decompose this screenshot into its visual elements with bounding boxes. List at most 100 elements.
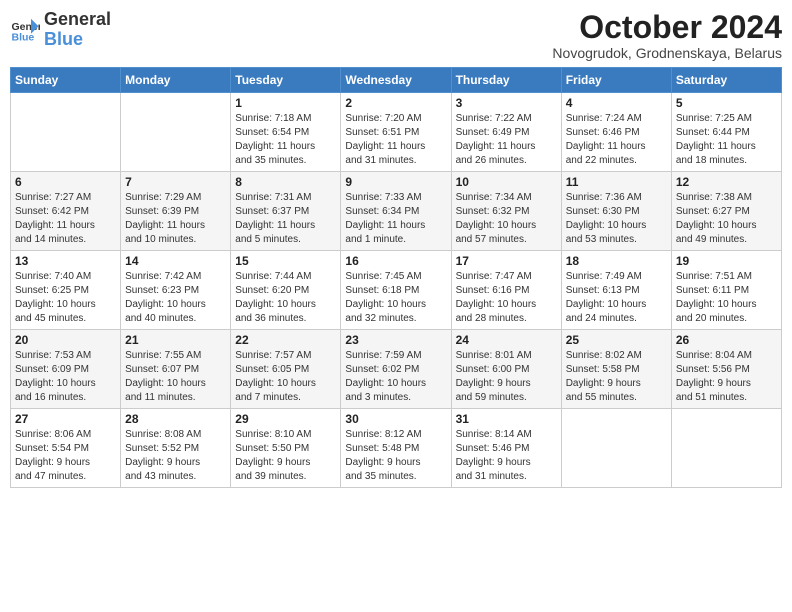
day-number: 11	[566, 175, 667, 189]
calendar-cell	[121, 93, 231, 172]
calendar-cell: 10 Sunrise: 7:34 AM Sunset: 6:32 PM Dayli…	[451, 172, 561, 251]
day-info: Sunrise: 7:49 AM Sunset: 6:13 PM Dayligh…	[566, 270, 667, 326]
svg-text:Blue: Blue	[12, 31, 35, 43]
day-number: 6	[15, 175, 116, 189]
month-title: October 2024	[552, 10, 782, 45]
weekday-header: Thursday	[451, 68, 561, 93]
calendar-week-row: 27 Sunrise: 8:06 AM Sunset: 5:54 PM Dayli…	[11, 409, 782, 488]
logo-text: General Blue	[44, 10, 111, 50]
day-number: 8	[235, 175, 336, 189]
day-number: 31	[456, 412, 557, 426]
weekday-header: Monday	[121, 68, 231, 93]
day-info: Sunrise: 7:31 AM Sunset: 6:37 PM Dayligh…	[235, 191, 336, 247]
day-number: 5	[676, 96, 777, 110]
day-number: 22	[235, 333, 336, 347]
calendar-week-row: 6Sunrise: 7:27 AM Sunset: 6:42 PM Daylig…	[11, 172, 782, 251]
calendar-cell: 13 Sunrise: 7:40 AM Sunset: 6:25 PM Dayli…	[11, 251, 121, 330]
day-number: 25	[566, 333, 667, 347]
day-number: 17	[456, 254, 557, 268]
calendar-cell: 5 Sunrise: 7:25 AM Sunset: 6:44 PM Daylig…	[671, 93, 781, 172]
day-info: Sunrise: 7:53 AM Sunset: 6:09 PM Dayligh…	[15, 349, 116, 405]
calendar-cell: 27 Sunrise: 8:06 AM Sunset: 5:54 PM Dayli…	[11, 409, 121, 488]
calendar-header: SundayMondayTuesdayWednesdayThursdayFrid…	[11, 68, 782, 93]
day-number: 30	[345, 412, 446, 426]
day-info: Sunrise: 7:20 AM Sunset: 6:51 PM Dayligh…	[345, 112, 446, 168]
calendar-cell: 29Sunrise: 8:10 AM Sunset: 5:50 PM Dayli…	[231, 409, 341, 488]
calendar-week-row: 20Sunrise: 7:53 AM Sunset: 6:09 PM Dayli…	[11, 330, 782, 409]
weekday-header-row: SundayMondayTuesdayWednesdayThursdayFrid…	[11, 68, 782, 93]
weekday-header: Saturday	[671, 68, 781, 93]
calendar-cell: 11 Sunrise: 7:36 AM Sunset: 6:30 PM Dayli…	[561, 172, 671, 251]
logo: General Blue General Blue	[10, 10, 111, 50]
day-number: 18	[566, 254, 667, 268]
calendar-cell: 7Sunrise: 7:29 AM Sunset: 6:39 PM Daylig…	[121, 172, 231, 251]
weekday-header: Wednesday	[341, 68, 451, 93]
day-number: 15	[235, 254, 336, 268]
calendar-cell: 18 Sunrise: 7:49 AM Sunset: 6:13 PM Dayli…	[561, 251, 671, 330]
location-subtitle: Novogrudok, Grodnenskaya, Belarus	[552, 45, 782, 61]
day-number: 23	[345, 333, 446, 347]
calendar-cell: 2 Sunrise: 7:20 AM Sunset: 6:51 PM Daylig…	[341, 93, 451, 172]
title-section: October 2024 Novogrudok, Grodnenskaya, B…	[552, 10, 782, 61]
calendar-cell: 26Sunrise: 8:04 AM Sunset: 5:56 PM Dayli…	[671, 330, 781, 409]
day-number: 16	[345, 254, 446, 268]
logo-icon: General Blue	[10, 15, 40, 45]
weekday-header: Tuesday	[231, 68, 341, 93]
calendar-cell: 25 Sunrise: 8:02 AM Sunset: 5:58 PM Dayli…	[561, 330, 671, 409]
calendar-table: SundayMondayTuesdayWednesdayThursdayFrid…	[10, 67, 782, 488]
calendar-body: 1 Sunrise: 7:18 AM Sunset: 6:54 PM Daylig…	[11, 93, 782, 488]
day-info: Sunrise: 7:51 AM Sunset: 6:11 PM Dayligh…	[676, 270, 777, 326]
day-number: 19	[676, 254, 777, 268]
calendar-cell: 31 Sunrise: 8:14 AM Sunset: 5:46 PM Dayli…	[451, 409, 561, 488]
day-info: Sunrise: 8:14 AM Sunset: 5:46 PM Dayligh…	[456, 428, 557, 484]
day-number: 26	[676, 333, 777, 347]
day-number: 12	[676, 175, 777, 189]
calendar-cell	[11, 93, 121, 172]
day-info: Sunrise: 8:06 AM Sunset: 5:54 PM Dayligh…	[15, 428, 116, 484]
day-info: Sunrise: 7:33 AM Sunset: 6:34 PM Dayligh…	[345, 191, 446, 247]
day-info: Sunrise: 7:57 AM Sunset: 6:05 PM Dayligh…	[235, 349, 336, 405]
day-info: Sunrise: 7:34 AM Sunset: 6:32 PM Dayligh…	[456, 191, 557, 247]
day-info: Sunrise: 7:40 AM Sunset: 6:25 PM Dayligh…	[15, 270, 116, 326]
day-info: Sunrise: 7:45 AM Sunset: 6:18 PM Dayligh…	[345, 270, 446, 326]
day-number: 3	[456, 96, 557, 110]
day-number: 21	[125, 333, 226, 347]
calendar-cell	[561, 409, 671, 488]
calendar-cell: 22 Sunrise: 7:57 AM Sunset: 6:05 PM Dayli…	[231, 330, 341, 409]
calendar-cell: 4Sunrise: 7:24 AM Sunset: 6:46 PM Daylig…	[561, 93, 671, 172]
calendar-cell: 9Sunrise: 7:33 AM Sunset: 6:34 PM Daylig…	[341, 172, 451, 251]
day-info: Sunrise: 8:02 AM Sunset: 5:58 PM Dayligh…	[566, 349, 667, 405]
day-info: Sunrise: 7:55 AM Sunset: 6:07 PM Dayligh…	[125, 349, 226, 405]
day-info: Sunrise: 7:44 AM Sunset: 6:20 PM Dayligh…	[235, 270, 336, 326]
day-number: 14	[125, 254, 226, 268]
calendar-cell	[671, 409, 781, 488]
day-info: Sunrise: 7:18 AM Sunset: 6:54 PM Dayligh…	[235, 112, 336, 168]
day-info: Sunrise: 7:36 AM Sunset: 6:30 PM Dayligh…	[566, 191, 667, 247]
day-number: 27	[15, 412, 116, 426]
calendar-cell: 12 Sunrise: 7:38 AM Sunset: 6:27 PM Dayli…	[671, 172, 781, 251]
calendar-cell: 3 Sunrise: 7:22 AM Sunset: 6:49 PM Daylig…	[451, 93, 561, 172]
day-info: Sunrise: 7:38 AM Sunset: 6:27 PM Dayligh…	[676, 191, 777, 247]
calendar-cell: 1 Sunrise: 7:18 AM Sunset: 6:54 PM Daylig…	[231, 93, 341, 172]
day-number: 10	[456, 175, 557, 189]
day-info: Sunrise: 7:25 AM Sunset: 6:44 PM Dayligh…	[676, 112, 777, 168]
calendar-cell: 23 Sunrise: 7:59 AM Sunset: 6:02 PM Dayli…	[341, 330, 451, 409]
calendar-cell: 14 Sunrise: 7:42 AM Sunset: 6:23 PM Dayli…	[121, 251, 231, 330]
calendar-week-row: 13 Sunrise: 7:40 AM Sunset: 6:25 PM Dayli…	[11, 251, 782, 330]
day-info: Sunrise: 7:42 AM Sunset: 6:23 PM Dayligh…	[125, 270, 226, 326]
day-info: Sunrise: 7:59 AM Sunset: 6:02 PM Dayligh…	[345, 349, 446, 405]
calendar-cell: 28Sunrise: 8:08 AM Sunset: 5:52 PM Dayli…	[121, 409, 231, 488]
calendar-cell: 24Sunrise: 8:01 AM Sunset: 6:00 PM Dayli…	[451, 330, 561, 409]
weekday-header: Sunday	[11, 68, 121, 93]
day-number: 13	[15, 254, 116, 268]
day-info: Sunrise: 7:22 AM Sunset: 6:49 PM Dayligh…	[456, 112, 557, 168]
day-info: Sunrise: 8:08 AM Sunset: 5:52 PM Dayligh…	[125, 428, 226, 484]
calendar-cell: 20Sunrise: 7:53 AM Sunset: 6:09 PM Dayli…	[11, 330, 121, 409]
day-info: Sunrise: 8:10 AM Sunset: 5:50 PM Dayligh…	[235, 428, 336, 484]
calendar-cell: 30Sunrise: 8:12 AM Sunset: 5:48 PM Dayli…	[341, 409, 451, 488]
page-header: General Blue General Blue October 2024 N…	[10, 10, 782, 61]
day-number: 1	[235, 96, 336, 110]
day-number: 2	[345, 96, 446, 110]
calendar-cell: 17Sunrise: 7:47 AM Sunset: 6:16 PM Dayli…	[451, 251, 561, 330]
calendar-week-row: 1 Sunrise: 7:18 AM Sunset: 6:54 PM Daylig…	[11, 93, 782, 172]
